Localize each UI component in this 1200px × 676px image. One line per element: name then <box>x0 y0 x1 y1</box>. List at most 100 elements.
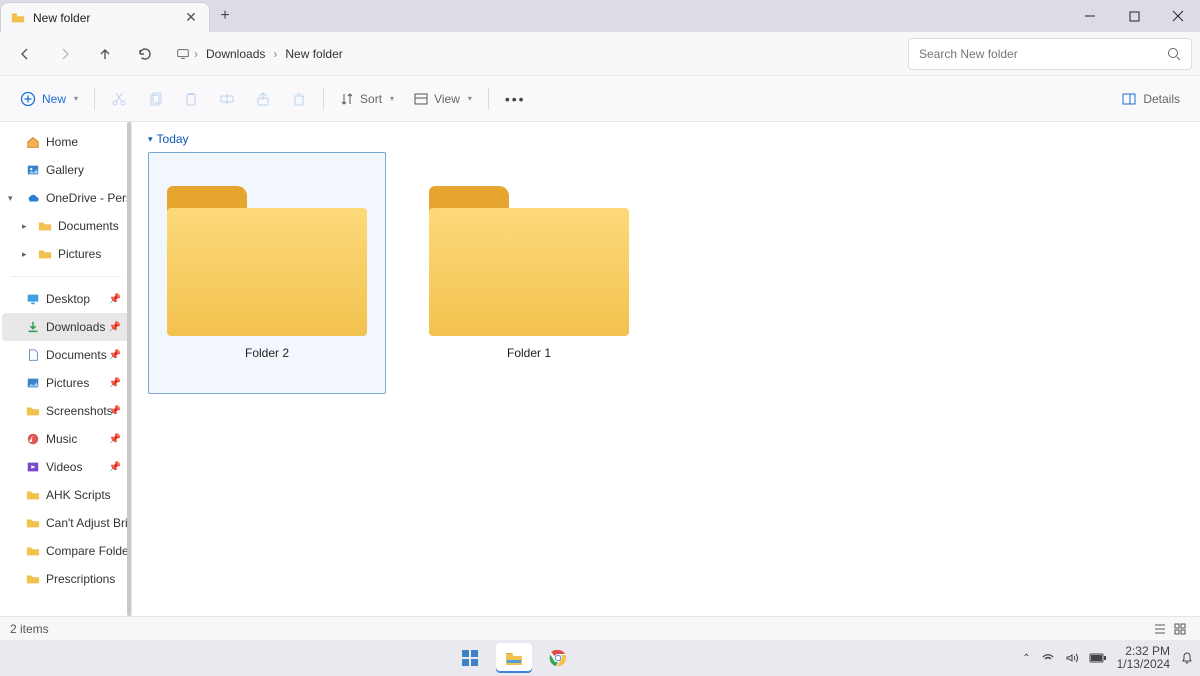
paste-button[interactable] <box>175 83 207 115</box>
sidebar-item-screenshots[interactable]: Screenshots 📌 <box>2 397 129 425</box>
new-button[interactable]: New ▾ <box>12 83 86 115</box>
details-label: Details <box>1143 92 1180 106</box>
view-label: View <box>434 92 460 106</box>
new-label: New <box>42 92 66 106</box>
tab-new-folder[interactable]: New folder ✕ <box>0 2 210 32</box>
clock-date: 1/13/2024 <box>1117 658 1170 671</box>
volume-icon[interactable] <box>1065 651 1079 665</box>
maximize-button[interactable] <box>1112 0 1156 32</box>
up-button[interactable] <box>88 37 122 71</box>
gallery-icon <box>26 163 40 177</box>
chevron-down-icon[interactable]: ▾ <box>8 193 13 204</box>
sidebar-label: OneDrive - Perso <box>46 191 132 205</box>
forward-button[interactable] <box>48 37 82 71</box>
sidebar-item-downloads[interactable]: Downloads 📌 <box>2 313 129 341</box>
taskbar-chrome-button[interactable] <box>540 643 576 673</box>
refresh-button[interactable] <box>128 37 162 71</box>
item-count: 2 items <box>10 622 49 636</box>
sidebar-item-home[interactable]: Home <box>2 128 129 156</box>
file-view[interactable]: ▾ Today Folder 2 Folder 1 <box>132 122 1200 616</box>
thumbnails-view-button[interactable] <box>1170 619 1190 639</box>
sidebar-label: Pictures <box>46 376 89 390</box>
sidebar-item-pictures[interactable]: Pictures 📌 <box>2 369 129 397</box>
sidebar-item-compare-folder[interactable]: Compare Folder <box>2 537 129 565</box>
taskbar-explorer-button[interactable] <box>496 643 532 673</box>
sidebar-item-ahk[interactable]: AHK Scripts <box>2 481 129 509</box>
divider <box>488 88 489 110</box>
folder-icon <box>26 572 40 586</box>
sidebar-label: Can't Adjust Bri <box>46 516 128 530</box>
sidebar-item-onedrive-pictures[interactable]: ▸ Pictures <box>2 240 129 268</box>
navigation-pane[interactable]: Home Gallery ▾ OneDrive - Perso ▸ Docume… <box>0 122 132 616</box>
cut-button[interactable] <box>103 83 135 115</box>
item-label: Folder 2 <box>245 346 289 360</box>
chevron-right-icon[interactable]: › <box>194 47 198 61</box>
breadcrumb-downloads[interactable]: Downloads <box>202 45 269 63</box>
sidebar-label: Downloads <box>46 320 105 334</box>
items-grid: Folder 2 Folder 1 <box>148 152 1184 394</box>
sidebar-label: Compare Folder <box>46 544 132 558</box>
file-item-folder2[interactable]: Folder 2 <box>148 152 386 394</box>
folder-icon <box>26 544 40 558</box>
sidebar-label: Music <box>46 432 77 446</box>
details-pane-button[interactable]: Details <box>1113 83 1188 115</box>
title-bar: New folder ✕ + <box>0 0 1200 32</box>
divider <box>323 88 324 110</box>
copy-button[interactable] <box>139 83 171 115</box>
delete-button[interactable] <box>283 83 315 115</box>
taskbar-center <box>6 643 1022 673</box>
sidebar-item-music[interactable]: Music 📌 <box>2 425 129 453</box>
sidebar-item-onedrive-documents[interactable]: ▸ Documents <box>2 212 129 240</box>
minimize-button[interactable] <box>1068 0 1112 32</box>
nav-bar: › Downloads › New folder <box>0 32 1200 76</box>
taskbar-start-button[interactable] <box>452 643 488 673</box>
folder-icon <box>167 186 367 336</box>
back-button[interactable] <box>8 37 42 71</box>
details-view-button[interactable] <box>1150 619 1170 639</box>
title-drag-area[interactable] <box>240 0 1068 32</box>
breadcrumb[interactable]: › Downloads › New folder <box>168 38 902 70</box>
documents-icon <box>26 348 40 362</box>
close-tab-icon[interactable]: ✕ <box>183 10 199 26</box>
notifications-icon[interactable] <box>1180 651 1194 665</box>
videos-icon <box>26 460 40 474</box>
rename-button[interactable] <box>211 83 243 115</box>
search-box[interactable] <box>908 38 1192 70</box>
sidebar-item-gallery[interactable]: Gallery <box>2 156 129 184</box>
chevron-down-icon: ▾ <box>390 94 394 103</box>
sidebar-item-prescriptions[interactable]: Prescriptions <box>2 565 129 593</box>
close-window-button[interactable] <box>1156 0 1200 32</box>
body: Home Gallery ▾ OneDrive - Perso ▸ Docume… <box>0 122 1200 616</box>
chevron-right-icon[interactable]: ▸ <box>22 221 27 232</box>
scrollbar[interactable] <box>127 122 131 616</box>
search-input[interactable] <box>919 47 1167 61</box>
sort-button[interactable]: Sort ▾ <box>332 83 402 115</box>
breadcrumb-new-folder[interactable]: New folder <box>281 45 346 63</box>
sidebar-item-onedrive[interactable]: ▾ OneDrive - Perso <box>2 184 129 212</box>
sidebar-item-cant-adjust[interactable]: Can't Adjust Bri <box>2 509 129 537</box>
sidebar-item-documents[interactable]: Documents 📌 <box>2 341 129 369</box>
share-button[interactable] <box>247 83 279 115</box>
group-label: Today <box>157 132 189 146</box>
more-button[interactable]: ••• <box>497 83 534 115</box>
clock[interactable]: 2:32 PM 1/13/2024 <box>1117 645 1170 671</box>
view-button[interactable]: View ▾ <box>406 83 480 115</box>
battery-icon[interactable] <box>1089 652 1107 664</box>
pin-icon: 📌 <box>109 406 121 417</box>
chevron-right-icon[interactable]: › <box>273 47 277 61</box>
taskbar[interactable]: ⌃ 2:32 PM 1/13/2024 <box>0 640 1200 676</box>
file-item-folder1[interactable]: Folder 1 <box>410 152 648 394</box>
sidebar-item-desktop[interactable]: Desktop 📌 <box>2 285 129 313</box>
pictures-icon <box>26 376 40 390</box>
wifi-icon[interactable] <box>1041 651 1055 665</box>
folder-icon <box>26 404 40 418</box>
group-header-today[interactable]: ▾ Today <box>148 132 1184 146</box>
sidebar-label: Documents <box>46 348 107 362</box>
home-icon <box>26 135 40 149</box>
sidebar-item-videos[interactable]: Videos 📌 <box>2 453 129 481</box>
folder-icon <box>26 516 40 530</box>
system-tray[interactable]: ⌃ 2:32 PM 1/13/2024 <box>1022 645 1194 671</box>
chevron-right-icon[interactable]: ▸ <box>22 249 27 260</box>
new-tab-button[interactable]: + <box>210 0 240 32</box>
chevron-up-icon[interactable]: ⌃ <box>1022 653 1030 664</box>
